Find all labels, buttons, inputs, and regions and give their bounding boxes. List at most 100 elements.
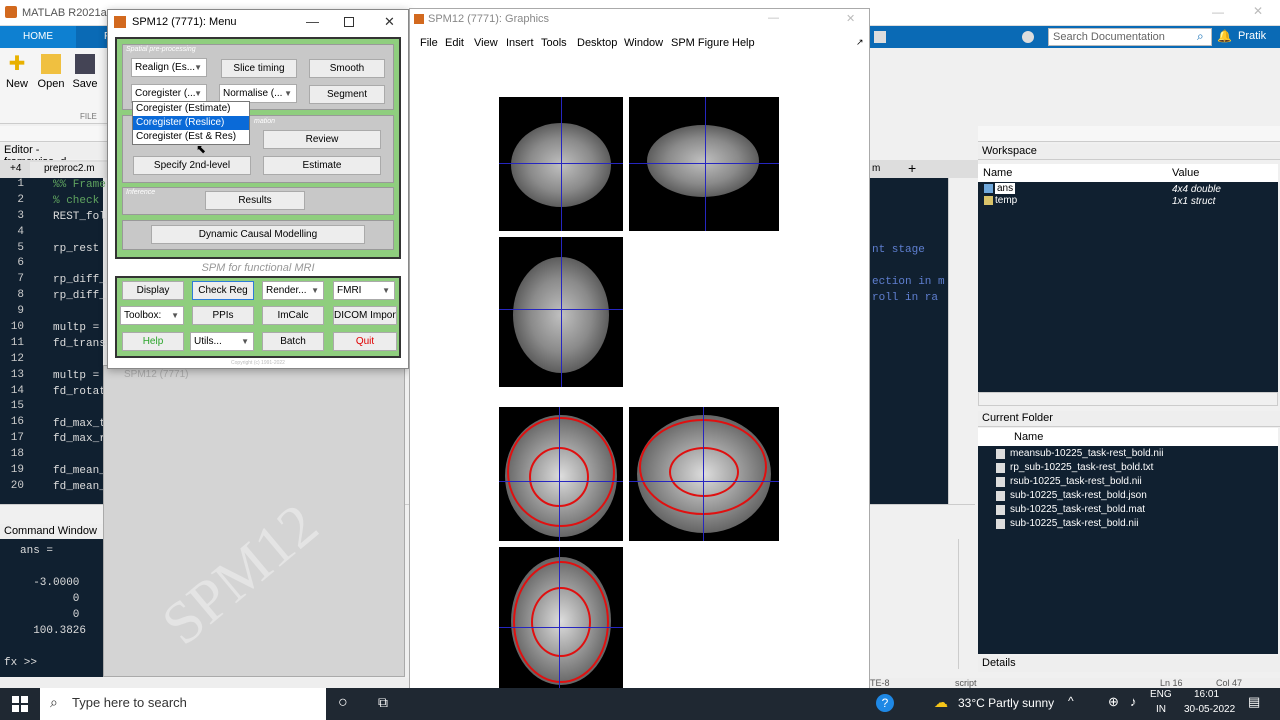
menu-file[interactable]: File <box>420 37 438 49</box>
option-coregister-estimate[interactable]: Coregister (Estimate) <box>133 102 249 116</box>
matrix-icon <box>984 184 993 193</box>
help-icon[interactable] <box>1022 31 1034 43</box>
crosshair <box>499 481 623 482</box>
details-panel[interactable]: Details <box>978 656 1280 672</box>
code-editor-right[interactable] <box>870 178 950 504</box>
menu-help[interactable]: Help <box>732 37 755 49</box>
code-line: rp_diff_ <box>53 274 106 287</box>
struct-coronal-slice[interactable] <box>499 407 623 541</box>
col-name[interactable]: Name <box>1014 431 1043 443</box>
line-number: 18 <box>10 448 24 461</box>
utils-select[interactable]: Utils... ▼ <box>190 332 254 351</box>
toolbar-icon[interactable] <box>874 31 886 43</box>
file-item[interactable]: rsub-10225_task-rest_bold.nii <box>1010 476 1142 487</box>
menu-view[interactable]: View <box>474 37 498 49</box>
plus-icon: ✚ <box>8 53 26 75</box>
modality-select[interactable]: FMRI ▼ <box>333 281 395 300</box>
close-icon[interactable]: ✕ <box>384 14 395 30</box>
clock-date[interactable]: 30-05-2022 <box>1184 704 1235 715</box>
var-temp[interactable]: temp <box>995 195 1017 206</box>
col-value[interactable]: Value <box>1172 167 1199 179</box>
command-scrollbar[interactable] <box>958 539 972 669</box>
option-coregister-est-res[interactable]: Coregister (Est & Res) <box>133 130 249 144</box>
close-icon[interactable]: ✕ <box>1253 4 1263 18</box>
menu-window[interactable]: Window <box>624 37 663 49</box>
option-coregister-reslice[interactable]: Coregister (Reslice) <box>133 116 249 130</box>
col-name[interactable]: Name <box>983 167 1012 179</box>
estimate-button[interactable]: Estimate <box>263 156 381 175</box>
struct-sagittal-slice[interactable] <box>629 407 779 541</box>
editor-scrollbar[interactable] <box>948 178 962 504</box>
close-icon[interactable]: ✕ <box>846 12 855 25</box>
file-item[interactable]: meansub-10225_task-rest_bold.nii <box>1010 448 1163 459</box>
weather-text[interactable]: 33°C Partly sunny <box>958 696 1054 710</box>
search-documentation-input[interactable]: Search Documentation <box>1048 28 1212 46</box>
notification-icon[interactable]: ▤ <box>1248 694 1260 710</box>
taskbar-search-input[interactable]: Type here to search <box>40 688 326 720</box>
maximize-icon[interactable] <box>344 17 354 27</box>
minimize-icon[interactable]: — <box>768 12 779 24</box>
struct-axial-slice[interactable] <box>499 547 623 697</box>
help-button[interactable]: Help <box>122 332 184 351</box>
search-icon[interactable]: ⌕ <box>1197 29 1204 44</box>
toolbox-select[interactable]: Toolbox: ▼ <box>120 306 184 325</box>
help-icon[interactable]: ? <box>876 694 894 712</box>
minimize-icon[interactable]: — <box>306 14 319 29</box>
command-output-line: ans = <box>20 545 54 557</box>
tab-home[interactable]: HOME <box>0 26 76 48</box>
ppis-button[interactable]: PPIs <box>192 306 254 325</box>
epi-axial-slice[interactable] <box>499 237 623 387</box>
clock-time[interactable]: 16:01 <box>1194 689 1219 700</box>
menu-edit[interactable]: Edit <box>445 37 464 49</box>
var-ans[interactable]: ans <box>995 183 1016 194</box>
tab-preproc2[interactable]: preproc2.m <box>30 162 110 178</box>
review-button[interactable]: Review <box>263 130 381 149</box>
bell-icon[interactable]: 🔔 <box>1217 29 1232 43</box>
user-menu[interactable]: Pratik <box>1238 30 1266 42</box>
save-button[interactable]: Save <box>70 54 100 90</box>
coregister-dropdown[interactable]: Coregister (Estimate) Coregister (Reslic… <box>132 101 250 145</box>
menu-spm-figure[interactable]: SPM Figure <box>671 37 729 49</box>
imcalc-button[interactable]: ImCalc <box>262 306 324 325</box>
add-tab-icon[interactable]: + <box>908 160 916 176</box>
volume-icon[interactable]: ♪ <box>1130 694 1137 709</box>
check-reg-button[interactable]: Check Reg <box>192 281 254 300</box>
open-button[interactable]: Open <box>36 54 66 90</box>
render-select[interactable]: Render... ▼ <box>262 281 324 300</box>
dock-icon[interactable]: ↗ <box>856 37 864 48</box>
smooth-button[interactable]: Smooth <box>309 59 385 78</box>
file-item[interactable]: rp_sub-10225_task-rest_bold.txt <box>1010 462 1153 473</box>
model-label: mation <box>254 118 276 125</box>
menu-desktop[interactable]: Desktop <box>577 37 617 49</box>
file-item[interactable]: sub-10225_task-rest_bold.nii <box>1010 518 1138 529</box>
cortana-icon[interactable]: ○ <box>338 694 348 712</box>
lang-top[interactable]: ENG <box>1150 689 1172 700</box>
tab-partial[interactable]: m <box>872 163 880 174</box>
segment-button[interactable]: Segment <box>309 85 385 104</box>
windows-start-icon[interactable] <box>12 696 28 712</box>
realign-select[interactable]: Realign (Es... ▼ <box>131 58 207 77</box>
chevron-up-icon[interactable]: ^ <box>1068 694 1074 708</box>
command-prompt[interactable]: fx >> <box>4 657 37 669</box>
menu-tools[interactable]: Tools <box>541 37 567 49</box>
minimize-icon[interactable]: — <box>1212 5 1224 19</box>
specify-2nd-level-button[interactable]: Specify 2nd-level <box>133 156 251 175</box>
network-icon[interactable]: ⊕ <box>1108 694 1119 710</box>
workspace-hscroll[interactable] <box>978 392 1278 406</box>
lang-bottom[interactable]: IN <box>1156 704 1166 715</box>
dicom-import-button[interactable]: DICOM Import <box>333 306 397 325</box>
epi-sagittal-slice[interactable] <box>629 97 779 231</box>
quit-button[interactable]: Quit <box>333 332 397 351</box>
batch-button[interactable]: Batch <box>262 332 324 351</box>
file-item[interactable]: sub-10225_task-rest_bold.json <box>1010 490 1147 501</box>
slice-timing-button[interactable]: Slice timing <box>221 59 297 78</box>
display-button[interactable]: Display <box>122 281 184 300</box>
file-item[interactable]: sub-10225_task-rest_bold.mat <box>1010 504 1145 515</box>
menu-insert[interactable]: Insert <box>506 37 534 49</box>
address-bar[interactable] <box>0 126 108 142</box>
task-view-icon[interactable]: ⧉ <box>378 694 388 711</box>
epi-coronal-slice[interactable] <box>499 97 623 231</box>
new-button[interactable]: ✚ New <box>2 54 32 90</box>
results-button[interactable]: Results <box>205 191 305 210</box>
dcm-button[interactable]: Dynamic Causal Modelling <box>151 225 365 244</box>
